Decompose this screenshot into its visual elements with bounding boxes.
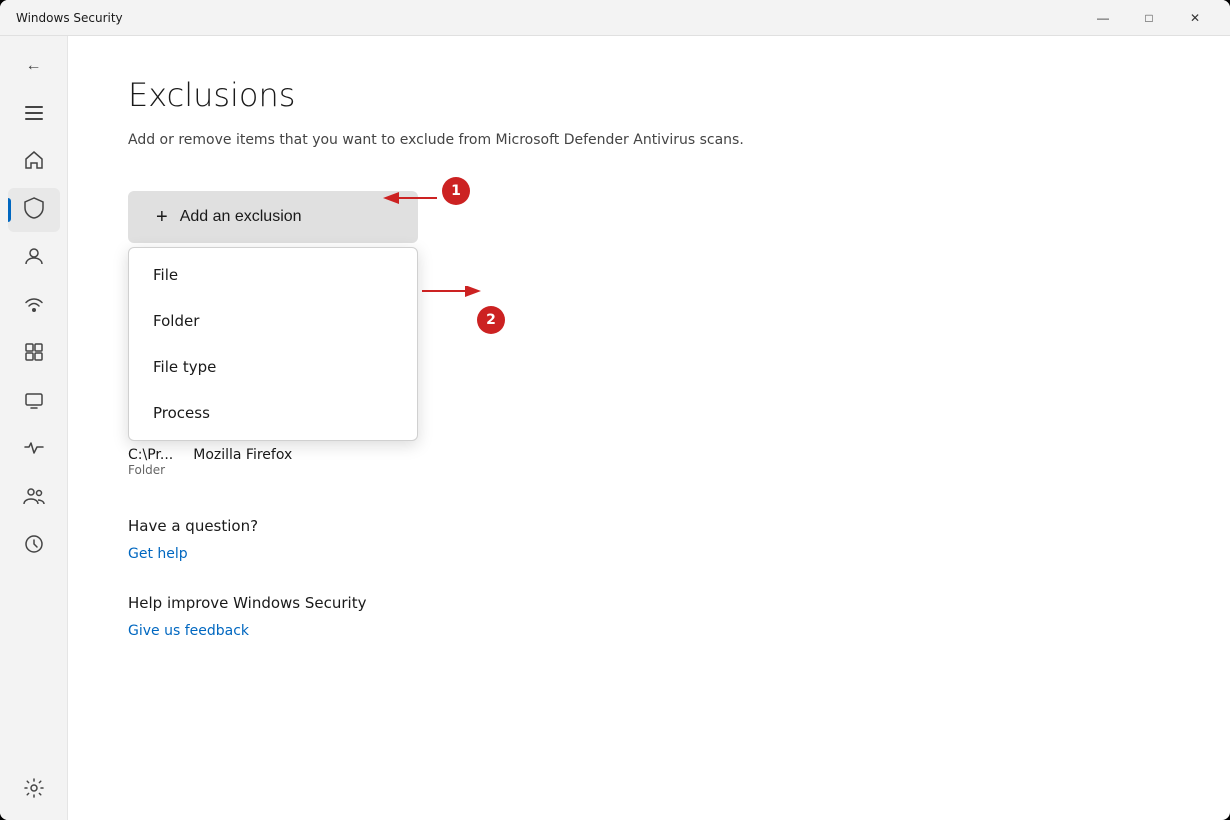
annotation-1-group: 1 [442,177,470,205]
device-button[interactable] [8,380,60,424]
app-button[interactable] [8,332,60,376]
help-section: Have a question? Get help [128,517,1170,562]
shield-icon [24,197,44,224]
maximize-button[interactable]: □ [1126,2,1172,34]
annotation-circle-1: 1 [442,177,470,205]
add-exclusion-wrapper: + Add an exclusion 1 [128,191,418,243]
annotation-circle-2: 2 [477,306,505,334]
health-button[interactable] [8,428,60,472]
content-area: Exclusions Add or remove items that you … [68,36,1230,820]
shield-button[interactable] [8,188,60,232]
dropdown-item-process[interactable]: Process [129,390,417,436]
improve-title: Help improve Windows Security [128,594,1170,612]
sidebar-top: ← [0,44,67,568]
annotation-arrow-2 [417,286,537,326]
home-icon [24,150,44,175]
exclusion-list: C:\Pr... Folder Mozilla Firefox [128,447,1170,477]
account-icon [24,246,44,271]
dropdown-item-filetype[interactable]: File type [129,344,417,390]
exclusion-path: C:\Pr... [128,447,173,463]
titlebar: Windows Security — □ ✕ [0,0,1230,36]
annotation-2-group: 2 [417,286,537,330]
history-icon [24,534,44,559]
health-icon [24,439,44,462]
minimize-button[interactable]: — [1080,2,1126,34]
back-button[interactable]: ← [8,44,60,88]
sidebar-bottom [8,768,60,812]
network-button[interactable] [8,284,60,328]
exclusion-name: Mozilla Firefox [193,447,292,477]
dropdown-item-folder[interactable]: Folder [129,298,417,344]
add-icon: + [156,207,168,227]
improve-section: Help improve Windows Security Give us fe… [128,594,1170,639]
window: Windows Security — □ ✕ ← [0,0,1230,820]
back-icon: ← [26,57,42,75]
dropdown-menu: File Folder File type Process [128,247,418,441]
feedback-link[interactable]: Give us feedback [128,623,249,639]
titlebar-title: Windows Security [16,11,123,25]
settings-icon [24,778,44,803]
add-exclusion-button[interactable]: + Add an exclusion [128,191,418,243]
history-button[interactable] [8,524,60,568]
get-help-link[interactable]: Get help [128,546,188,562]
home-button[interactable] [8,140,60,184]
family-button[interactable] [8,476,60,520]
app-icon [24,342,44,367]
help-title: Have a question? [128,517,1170,535]
exclusion-path-group: C:\Pr... Folder [128,447,173,477]
window-body: ← [0,36,1230,820]
account-button[interactable] [8,236,60,280]
menu-icon [25,104,43,125]
settings-button[interactable] [8,768,60,812]
page-description: Add or remove items that you want to exc… [128,130,1170,151]
titlebar-controls: — □ ✕ [1080,2,1218,34]
close-button[interactable]: ✕ [1172,2,1218,34]
add-exclusion-label: Add an exclusion [180,208,302,226]
exclusion-type: Folder [128,463,173,477]
sidebar: ← [0,36,68,820]
family-icon [23,487,45,510]
dropdown-item-file[interactable]: File [129,252,417,298]
page-title: Exclusions [128,76,1170,114]
menu-button[interactable] [8,92,60,136]
network-icon [24,294,44,319]
device-icon [24,390,44,415]
exclusion-item: C:\Pr... Folder Mozilla Firefox [128,447,1170,477]
